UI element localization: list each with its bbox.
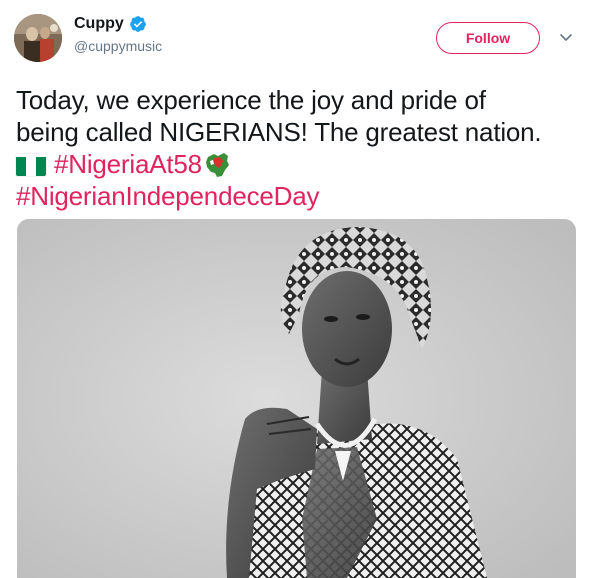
portrait-photo xyxy=(17,219,576,578)
tweet-text-line-3: #NigeriaAt58 xyxy=(16,148,586,180)
nigeria-map-icon xyxy=(204,151,230,179)
avatar[interactable] xyxy=(14,14,62,62)
tweet-card: Cuppy @cuppymusic Follow Today, we exper… xyxy=(0,0,592,578)
tweet-photo[interactable] xyxy=(17,219,576,578)
chevron-down-icon[interactable] xyxy=(560,33,572,43)
hashtag-nigeria-at-58[interactable]: #NigeriaAt58 xyxy=(54,149,202,179)
user-info: Cuppy @cuppymusic xyxy=(74,14,162,56)
follow-button[interactable]: Follow xyxy=(436,22,540,54)
nigeria-flag-icon xyxy=(16,154,46,176)
name-row: Cuppy xyxy=(74,14,162,34)
tweet-text: Today, we experience the joy and pride o… xyxy=(16,84,586,212)
display-name[interactable]: Cuppy xyxy=(74,14,124,34)
tweet-text-line-1: Today, we experience the joy and pride o… xyxy=(16,85,486,115)
verified-badge-icon xyxy=(129,16,146,32)
user-handle[interactable]: @cuppymusic xyxy=(74,36,162,56)
hashtag-nigerian-independence-day[interactable]: #NigerianIndependeceDay xyxy=(16,180,586,212)
tweet-text-line-2: being called NIGERIANS! The greatest nat… xyxy=(16,117,542,147)
